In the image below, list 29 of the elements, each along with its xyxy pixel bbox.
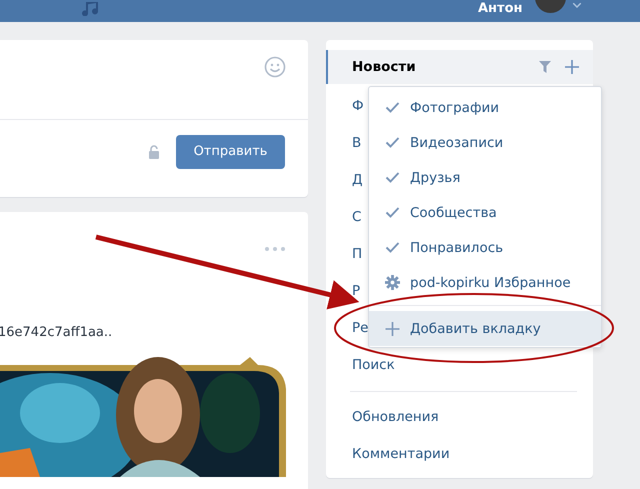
menu-item-label: Видеозаписи bbox=[410, 134, 504, 150]
more-icon[interactable] bbox=[265, 247, 285, 251]
caret-icon[interactable] bbox=[573, 3, 581, 8]
gear-icon bbox=[385, 275, 400, 290]
sidebar-item[interactable]: Комментарии bbox=[326, 435, 593, 472]
lock-icon[interactable] bbox=[148, 144, 160, 158]
menu-item[interactable]: Видеозаписи bbox=[369, 125, 601, 160]
menu-item[interactable]: Друзья bbox=[369, 160, 601, 195]
menu-item-label: pod-kopirku Избранное bbox=[410, 274, 571, 290]
menu-item[interactable]: Сообщества bbox=[369, 195, 601, 230]
send-button[interactable]: Отправить bbox=[176, 134, 285, 168]
filter-icon[interactable] bbox=[539, 61, 551, 73]
user-name[interactable]: Антон bbox=[478, 2, 522, 16]
menu-item-label: Фотографии bbox=[410, 100, 500, 116]
menu-item-label: Понравилось bbox=[410, 240, 504, 256]
sidebar-item[interactable]: Поиск bbox=[326, 346, 593, 383]
menu-item-label: Друзья bbox=[410, 170, 460, 186]
menu-item[interactable]: Фотографии bbox=[369, 90, 601, 125]
menu-item[interactable]: Понравилось bbox=[369, 230, 601, 265]
sidebar-item[interactable]: Обновления bbox=[326, 398, 593, 435]
plus-icon[interactable] bbox=[565, 60, 579, 74]
sidebar-item[interactable]: Новости bbox=[326, 50, 593, 84]
menu-item-label: Добавить вкладку bbox=[410, 320, 541, 336]
music-icon[interactable] bbox=[80, 2, 100, 16]
menu-item[interactable]: pod-kopirku Избранное bbox=[369, 265, 601, 300]
plus-icon bbox=[385, 322, 400, 336]
menu-item-label: Сообщества bbox=[410, 204, 497, 220]
smiley-icon[interactable] bbox=[264, 56, 286, 78]
add-tab-item[interactable]: Добавить вкладку bbox=[369, 311, 601, 346]
